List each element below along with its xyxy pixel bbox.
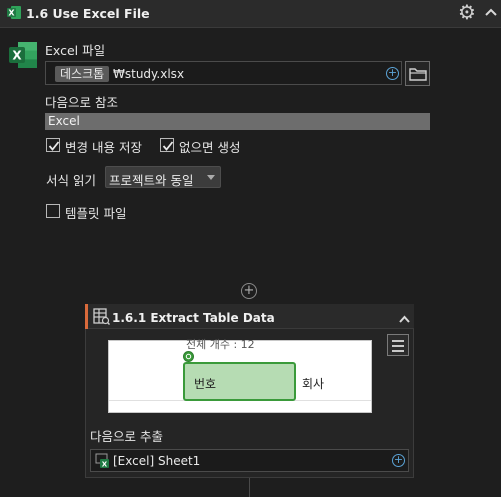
activity-title: 1.6 Use Excel File [26, 6, 150, 21]
excel-sheet-icon: X [95, 453, 111, 469]
extract-table-icon [93, 308, 110, 325]
format-selected-value: 프로젝트와 동일 [109, 173, 194, 188]
folder-icon [409, 67, 427, 84]
path-variable-chip[interactable]: 데스크톱 [55, 66, 110, 82]
chevron-up-icon[interactable] [399, 312, 410, 323]
plus-circle-icon[interactable]: + [386, 67, 399, 80]
output-label: 다음으로 추출 [90, 429, 163, 444]
save-changes-checkbox[interactable] [46, 138, 60, 152]
template-file-label[interactable]: 템플릿 파일 [65, 203, 126, 222]
path-text: ₩study.xlsx [113, 67, 185, 81]
svg-text:X: X [8, 9, 15, 18]
create-if-missing-label[interactable]: 없으면 생성 [179, 137, 240, 156]
format-label: 서식 읽기 [46, 173, 96, 188]
chevron-down-icon [207, 175, 215, 180]
hamburger-menu-icon[interactable] [387, 334, 409, 356]
chevron-up-icon[interactable] [485, 6, 497, 16]
save-changes-label[interactable]: 변경 내용 저장 [65, 137, 142, 156]
selected-cell-text: 번호 [194, 377, 217, 391]
gear-icon[interactable]: ⚙ [458, 2, 476, 22]
add-activity-button[interactable]: + [241, 283, 257, 299]
svg-text:X: X [12, 49, 22, 63]
excel-icon: X [8, 40, 38, 70]
connector-line [249, 478, 250, 497]
next-cell-text: 회사 [302, 377, 325, 391]
target-icon [183, 351, 194, 362]
sub-activity-title: 1.6.1 Extract Table Data [112, 311, 275, 325]
excel-icon: X [7, 5, 22, 20]
reference-input[interactable]: Excel [45, 113, 430, 130]
preview-count-text: 전체 개수 : 12 [186, 338, 255, 351]
reference-label: 다음으로 참조 [45, 95, 118, 110]
plus-circle-icon[interactable]: + [392, 454, 405, 467]
browse-folder-button[interactable] [405, 61, 430, 86]
output-variable-text: [Excel] Sheet1 [113, 454, 201, 468]
activity-accent-bar [85, 304, 88, 329]
template-file-checkbox[interactable] [46, 204, 60, 218]
excel-file-label: Excel 파일 [45, 43, 106, 58]
svg-text:X: X [102, 461, 108, 469]
create-if-missing-checkbox[interactable] [160, 138, 174, 152]
